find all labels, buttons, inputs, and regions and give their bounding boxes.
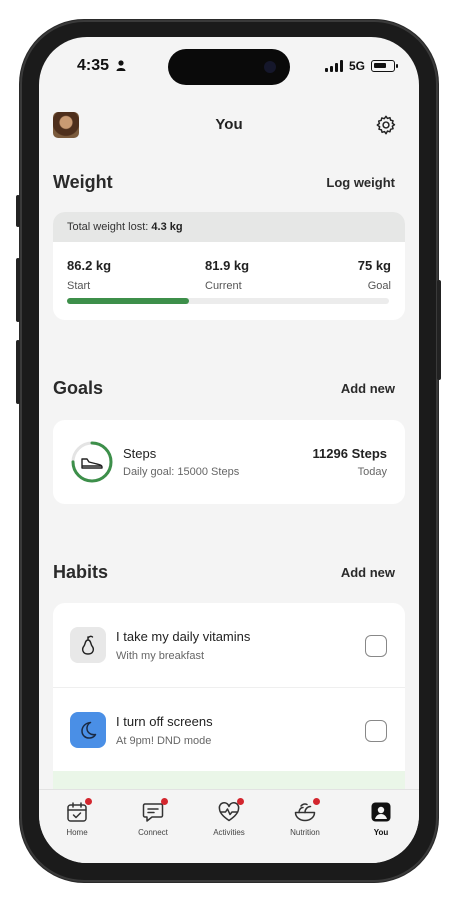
tab-home[interactable]: Home bbox=[39, 798, 115, 837]
goal-daily-target: Daily goal: 15000 Steps bbox=[123, 466, 240, 478]
page-title: You bbox=[215, 116, 243, 133]
tab-connect[interactable]: Connect bbox=[115, 798, 191, 837]
weight-stats: 86.2 kg Start 81.9 kg Current 75 kg Goal bbox=[53, 242, 405, 320]
add-habit-button[interactable]: Add new bbox=[341, 565, 395, 580]
weight-card: Total weight lost: 4.3 kg 86.2 kg Start … bbox=[53, 212, 405, 320]
heart-pulse-icon bbox=[217, 798, 244, 824]
habits-title: Habits bbox=[53, 562, 109, 582]
habit-subtitle: With my breakfast bbox=[116, 650, 205, 662]
habit-icon-container bbox=[70, 627, 106, 663]
status-time-text: 4:35 bbox=[77, 57, 110, 74]
steps-progress-ring bbox=[71, 441, 113, 483]
weight-start-value: 86.2 kg bbox=[67, 258, 112, 273]
habit-name: I turn off screens bbox=[116, 714, 213, 729]
signal-icon bbox=[324, 60, 343, 72]
screen: 4:35 5G You Weight Log weight Total weig… bbox=[39, 37, 419, 863]
tab-label: Nutrition bbox=[290, 828, 320, 837]
habit-icon-container bbox=[70, 712, 106, 748]
profile-icon bbox=[369, 800, 393, 824]
notification-badge bbox=[161, 798, 168, 805]
habit-item-vitamins[interactable]: I take my daily vitamins With my breakfa… bbox=[53, 603, 405, 688]
chat-icon bbox=[141, 798, 168, 824]
weight-current-label: Current bbox=[205, 280, 242, 292]
log-weight-button[interactable]: Log weight bbox=[326, 175, 395, 190]
weight-current-value: 81.9 kg bbox=[205, 258, 250, 273]
notification-badge bbox=[237, 798, 244, 805]
weight-start: 86.2 kg Start bbox=[67, 258, 111, 292]
total-weight-lost: Total weight lost: 4.3 kg bbox=[53, 212, 405, 242]
tab-label: Activities bbox=[213, 828, 245, 837]
total-weight-lost-label: Total weight lost: bbox=[67, 221, 149, 233]
habit-subtitle: At 9pm! DND mode bbox=[116, 735, 212, 747]
shoe-icon bbox=[81, 458, 103, 469]
add-goal-button[interactable]: Add new bbox=[341, 381, 395, 396]
tab-bar: Home Connect Activities Nutrition You bbox=[39, 789, 419, 863]
moon-icon bbox=[81, 721, 97, 739]
header: You bbox=[39, 107, 419, 143]
tab-label: You bbox=[373, 828, 389, 837]
calendar-check-icon bbox=[65, 798, 92, 824]
action-button bbox=[16, 195, 20, 227]
tab-nutrition[interactable]: Nutrition bbox=[267, 798, 343, 837]
weight-goal: 75 kg Goal bbox=[358, 258, 391, 292]
habit-item-screens[interactable]: I turn off screens At 9pm! DND mode bbox=[53, 688, 405, 773]
goal-name: Steps bbox=[123, 446, 157, 461]
tab-label: Connect bbox=[138, 828, 168, 837]
dynamic-island bbox=[168, 49, 290, 85]
gear-icon[interactable] bbox=[375, 114, 397, 136]
habit-checkbox[interactable] bbox=[365, 635, 387, 657]
weight-title: Weight bbox=[53, 172, 113, 192]
goal-period: Today bbox=[357, 466, 387, 478]
weight-progress-bar bbox=[67, 298, 389, 304]
weight-goal-label: Goal bbox=[367, 280, 391, 292]
weight-start-label: Start bbox=[67, 280, 91, 292]
goal-card-steps[interactable]: Steps Daily goal: 15000 Steps 11296 Step… bbox=[53, 420, 405, 504]
notification-badge bbox=[85, 798, 92, 805]
pear-icon bbox=[82, 635, 94, 655]
habit-name: I take my daily vitamins bbox=[116, 629, 251, 644]
person-icon bbox=[116, 60, 126, 71]
goals-title: Goals bbox=[53, 378, 104, 398]
power-button bbox=[437, 280, 441, 380]
food-bowl-icon bbox=[293, 798, 320, 824]
weight-goal-value: 75 kg bbox=[357, 258, 391, 273]
volume-up-button bbox=[16, 258, 20, 322]
weight-progress-fill bbox=[67, 298, 190, 304]
habit-checkbox[interactable] bbox=[365, 720, 387, 742]
volume-down-button bbox=[16, 340, 20, 404]
weight-current: 81.9 kg Current bbox=[205, 258, 249, 292]
goal-current-value: 11296 Steps bbox=[312, 446, 387, 461]
notification-badge bbox=[313, 798, 320, 805]
camera-icon bbox=[264, 61, 276, 73]
status-time: 4:35 bbox=[77, 57, 126, 75]
habit-item-next-peek bbox=[53, 771, 405, 791]
tab-label: Home bbox=[66, 828, 88, 837]
status-indicators: 5G bbox=[324, 59, 398, 73]
tab-you[interactable]: You bbox=[343, 800, 419, 837]
status-bar: 4:35 5G bbox=[39, 37, 419, 97]
tab-activities[interactable]: Activities bbox=[191, 798, 267, 837]
network-label: 5G bbox=[348, 59, 365, 73]
battery-icon bbox=[371, 60, 398, 72]
total-weight-lost-value: 4.3 kg bbox=[151, 221, 183, 233]
